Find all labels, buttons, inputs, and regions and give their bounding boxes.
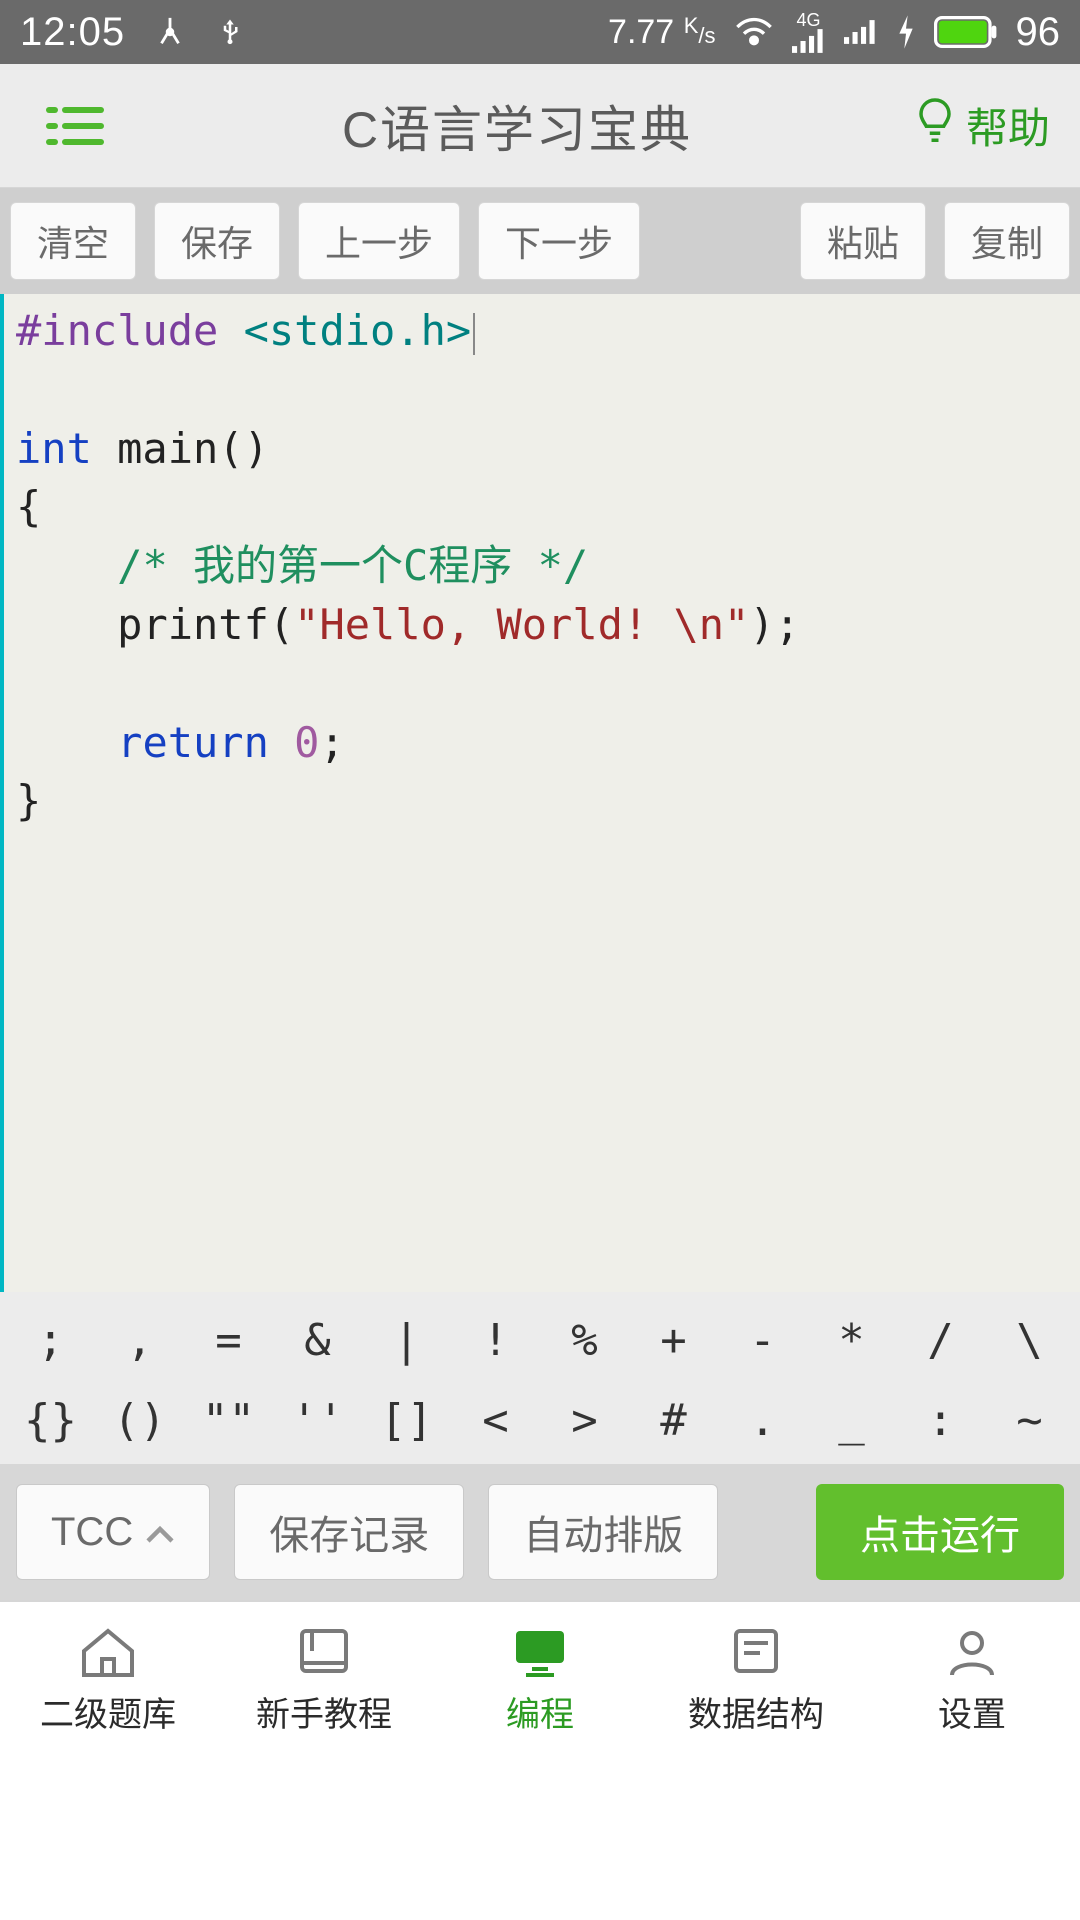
app-title: C语言学习宝典 xyxy=(342,90,692,162)
symbol-key[interactable]: - xyxy=(718,1300,807,1380)
symbol-keyboard: ;,=&|!%+-*/\ {}()""''[]<>#._:~ xyxy=(0,1292,1080,1464)
symbol-key[interactable]: * xyxy=(807,1300,896,1380)
monitor-icon xyxy=(508,1623,572,1679)
code-content: #include <stdio.h> int main() { /* 我的第一个… xyxy=(4,294,1080,841)
symbol-key[interactable]: [] xyxy=(362,1380,451,1460)
book-icon xyxy=(292,1623,356,1679)
symbol-key[interactable]: '' xyxy=(273,1380,362,1460)
text-cursor xyxy=(473,313,475,355)
code-editor[interactable]: #include <stdio.h> int main() { /* 我的第一个… xyxy=(0,294,1080,1292)
symbol-key[interactable]: , xyxy=(95,1300,184,1380)
tab-coding[interactable]: 编程 xyxy=(432,1602,648,1756)
symbol-row-1: ;,=&|!%+-*/\ xyxy=(6,1300,1074,1380)
symbol-key[interactable]: "" xyxy=(184,1380,273,1460)
copy-button[interactable]: 复制 xyxy=(944,202,1070,280)
menu-button[interactable] xyxy=(30,86,120,166)
chevron-up-icon xyxy=(145,1510,175,1555)
clear-button[interactable]: 清空 xyxy=(10,202,136,280)
help-button[interactable]: 帮助 xyxy=(914,95,1050,156)
run-button[interactable]: 点击运行 xyxy=(816,1484,1064,1580)
battery-percentage: 96 xyxy=(1016,10,1061,55)
symbol-key[interactable]: _ xyxy=(807,1380,896,1460)
signal-4g-icon: 4G xyxy=(792,11,826,53)
symbol-row-2: {}()""''[]<>#._:~ xyxy=(6,1380,1074,1460)
symbol-key[interactable]: | xyxy=(362,1300,451,1380)
symbol-key[interactable]: + xyxy=(629,1300,718,1380)
symbol-key[interactable]: () xyxy=(95,1380,184,1460)
tab-data-structures[interactable]: 数据结构 xyxy=(648,1602,864,1756)
bottom-tab-bar: 二级题库 新手教程 编程 数据结构 设置 xyxy=(0,1600,1080,1756)
document-icon xyxy=(724,1623,788,1679)
battery-icon xyxy=(934,16,998,48)
editor-toolbar: 清空 保存 上一步 下一步 粘贴 复制 xyxy=(0,188,1080,294)
symbol-key[interactable]: \ xyxy=(985,1300,1074,1380)
tab-settings[interactable]: 设置 xyxy=(864,1602,1080,1756)
status-time: 12:05 xyxy=(20,10,125,55)
save-button[interactable]: 保存 xyxy=(154,202,280,280)
symbol-key[interactable]: ! xyxy=(451,1300,540,1380)
app-header: C语言学习宝典 帮助 xyxy=(0,64,1080,188)
tab-tutorial[interactable]: 新手教程 xyxy=(216,1602,432,1756)
home-icon xyxy=(76,1623,140,1679)
symbol-key[interactable]: . xyxy=(718,1380,807,1460)
undo-button[interactable]: 上一步 xyxy=(298,202,460,280)
charging-icon xyxy=(896,15,916,49)
tab-exam-bank[interactable]: 二级题库 xyxy=(0,1602,216,1756)
save-history-button[interactable]: 保存记录 xyxy=(234,1484,464,1580)
user-icon xyxy=(940,1623,1004,1679)
paste-button[interactable]: 粘贴 xyxy=(800,202,926,280)
action-bar: TCC 保存记录 自动排版 点击运行 xyxy=(0,1464,1080,1600)
lightbulb-icon xyxy=(914,96,956,156)
redo-button[interactable]: 下一步 xyxy=(478,202,640,280)
symbol-key[interactable]: > xyxy=(540,1380,629,1460)
signal-icon xyxy=(844,18,878,46)
help-label: 帮助 xyxy=(966,95,1050,156)
symbol-key[interactable]: ; xyxy=(6,1300,95,1380)
symbol-key[interactable]: & xyxy=(273,1300,362,1380)
usb-icon xyxy=(215,14,245,50)
symbol-key[interactable]: : xyxy=(896,1380,985,1460)
symbol-key[interactable]: {} xyxy=(6,1380,95,1460)
symbol-key[interactable]: ~ xyxy=(985,1380,1074,1460)
wifi-icon xyxy=(734,16,774,48)
symbol-key[interactable]: / xyxy=(896,1300,985,1380)
symbol-key[interactable]: % xyxy=(540,1300,629,1380)
symbol-key[interactable]: # xyxy=(629,1380,718,1460)
symbol-key[interactable]: = xyxy=(184,1300,273,1380)
auto-format-button[interactable]: 自动排版 xyxy=(488,1484,718,1580)
compiler-selector[interactable]: TCC xyxy=(16,1484,210,1580)
tether-icon xyxy=(153,15,187,49)
status-bar: 12:05 7.77 K/s 4G 96 xyxy=(0,0,1080,64)
symbol-key[interactable]: < xyxy=(451,1380,540,1460)
network-speed: 7.77 K/s xyxy=(608,13,715,52)
